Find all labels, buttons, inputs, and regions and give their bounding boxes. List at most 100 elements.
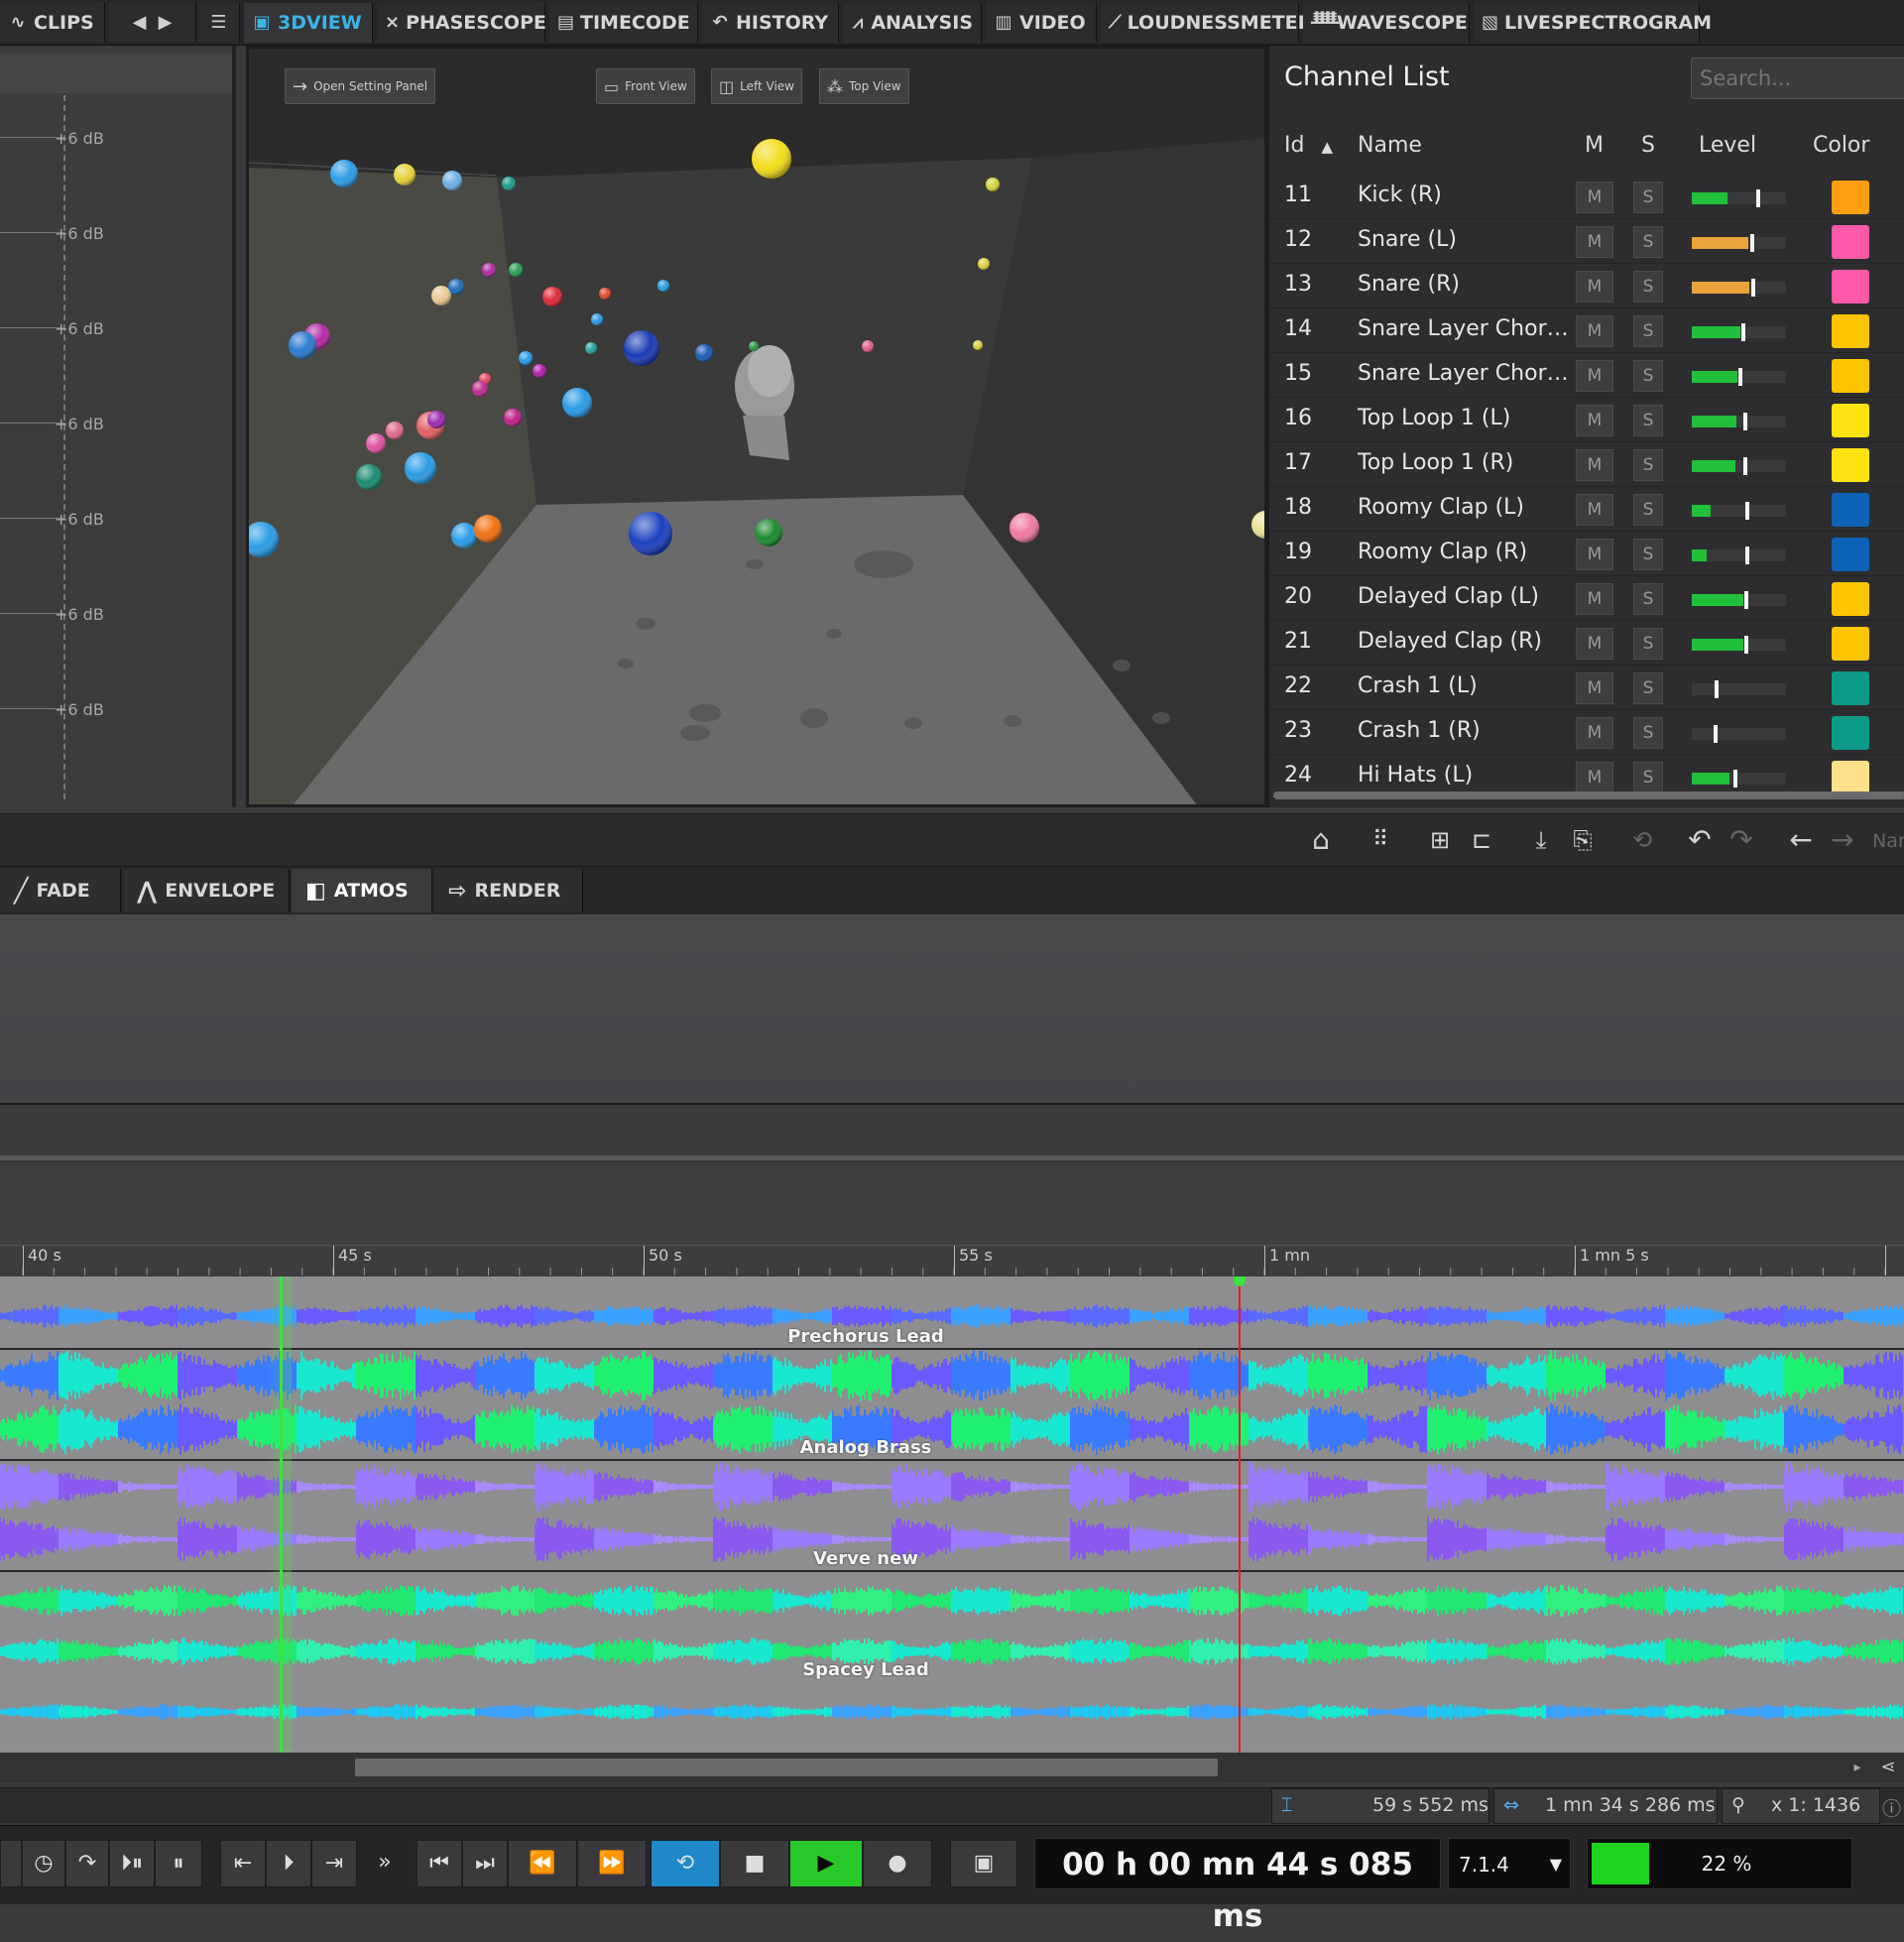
channel-color-swatch[interactable] <box>1832 270 1869 303</box>
new-file-icon[interactable]: ⊞ <box>1422 822 1458 858</box>
chevron-right-icon[interactable]: ▶ <box>156 13 176 33</box>
mute-button[interactable]: M <box>1576 717 1613 749</box>
redo-icon[interactable]: ↷ <box>1724 822 1759 858</box>
channel-color-swatch[interactable] <box>1832 716 1869 750</box>
mute-button[interactable]: M <box>1576 762 1613 793</box>
tab-3dview[interactable]: ▣ 3DVIEW <box>244 3 373 43</box>
mute-button[interactable]: M <box>1576 672 1613 704</box>
mute-button[interactable]: M <box>1576 315 1613 347</box>
channel-color-swatch[interactable] <box>1832 181 1869 214</box>
channel-color-swatch[interactable] <box>1832 314 1869 348</box>
channel-row[interactable]: 23Crash 1 (R)MS <box>1269 710 1904 755</box>
solo-button[interactable]: S <box>1633 405 1663 436</box>
name-field-partial[interactable]: Nar <box>1872 830 1904 852</box>
mute-button[interactable]: M <box>1576 583 1613 615</box>
reset-icon[interactable]: ⟲ <box>1624 822 1660 858</box>
channel-color-swatch[interactable] <box>1832 582 1869 616</box>
channel-color-swatch[interactable] <box>1832 404 1869 437</box>
channel-color-swatch[interactable] <box>1832 448 1869 482</box>
column-header-solo[interactable]: S <box>1641 121 1655 171</box>
channel-row[interactable]: 18Roomy Clap (L)MS <box>1269 487 1904 532</box>
save-icon[interactable]: ⤓ <box>1523 822 1559 858</box>
tab-livespectrogram[interactable]: ▧ LIVESPECTROGRAM <box>1474 3 1700 43</box>
channel-row[interactable]: 11Kick (R)MS <box>1269 175 1904 219</box>
channel-row[interactable]: 21Delayed Clap (R)MS <box>1269 621 1904 666</box>
tab-envelope[interactable]: ⋀ ENVELOPE <box>123 869 290 912</box>
channel-row[interactable]: 17Top Loop 1 (R)MS <box>1269 442 1904 487</box>
channel-list-scrollbar[interactable] <box>1273 791 1904 799</box>
solo-button[interactable]: S <box>1633 672 1663 704</box>
channel-color-swatch[interactable] <box>1832 538 1869 571</box>
tab-timecode[interactable]: ▤ TIMECODE <box>549 3 698 43</box>
tab-video[interactable]: ▥ VIDEO <box>986 3 1097 43</box>
column-header-id[interactable]: Id ▲ <box>1284 121 1333 171</box>
channel-row[interactable]: 15Snare Layer Chorus (R)MS <box>1269 353 1904 398</box>
channel-row[interactable]: 16Top Loop 1 (L)MS <box>1269 398 1904 442</box>
tab-wavescope[interactable]: ᚙ WAVESCOPE <box>1303 3 1470 43</box>
solo-button[interactable]: S <box>1633 717 1663 749</box>
tab-loudnessmeter[interactable]: ⟋ LOUDNESSMETER <box>1101 3 1299 43</box>
mute-button[interactable]: M <box>1576 628 1613 660</box>
solo-button[interactable]: S <box>1633 762 1663 793</box>
forward-arrow-icon[interactable]: → <box>1825 822 1860 858</box>
tab-render[interactable]: ⇨ RENDER <box>434 869 583 912</box>
mute-button[interactable]: M <box>1576 539 1613 570</box>
back-arrow-icon[interactable]: ← <box>1783 822 1819 858</box>
channel-color-swatch[interactable] <box>1832 627 1869 661</box>
grid-icon[interactable]: ⠿ <box>1363 822 1398 858</box>
left-view-button[interactable]: ◫ Left View <box>711 68 802 104</box>
mute-button[interactable]: M <box>1576 182 1613 213</box>
channel-row[interactable]: 20Delayed Clap (L)MS <box>1269 576 1904 621</box>
channel-row[interactable]: 14Snare Layer Chorus (L)MS <box>1269 308 1904 353</box>
tab-atmos[interactable]: ◧ ATMOS <box>292 869 432 912</box>
mute-button[interactable]: M <box>1576 226 1613 258</box>
solo-button[interactable]: S <box>1633 315 1663 347</box>
tab-history[interactable]: ↶ HISTORY <box>702 3 839 43</box>
solo-button[interactable]: S <box>1633 628 1663 660</box>
solo-button[interactable]: S <box>1633 539 1663 570</box>
channel-color-swatch[interactable] <box>1832 761 1869 794</box>
mute-button[interactable]: M <box>1576 449 1613 481</box>
clips-nav-arrows[interactable]: ◀ ▶ <box>109 3 196 43</box>
solo-button[interactable]: S <box>1633 182 1663 213</box>
3d-view-viewport[interactable]: → Open Setting Panel ▭ Front View ◫ Left… <box>246 46 1267 807</box>
column-header-name[interactable]: Name <box>1358 121 1422 171</box>
solo-button[interactable]: S <box>1633 494 1663 526</box>
solo-button[interactable]: S <box>1633 226 1663 258</box>
solo-button[interactable]: S <box>1633 583 1663 615</box>
channel-color-swatch[interactable] <box>1832 225 1869 259</box>
mute-button[interactable]: M <box>1576 494 1613 526</box>
column-header-mute[interactable]: M <box>1585 121 1604 171</box>
top-view-button[interactable]: ⁂ Top View <box>819 68 909 104</box>
panel-divider[interactable] <box>0 1105 1904 1160</box>
front-view-button[interactable]: ▭ Front View <box>596 68 695 104</box>
channel-color-swatch[interactable] <box>1832 359 1869 393</box>
solo-button[interactable]: S <box>1633 271 1663 303</box>
tab-clips[interactable]: ∿ CLIPS <box>0 3 105 43</box>
tab-phasescope[interactable]: ⨯ PHASESCOPE <box>377 3 545 43</box>
solo-button[interactable]: S <box>1633 360 1663 392</box>
timeline-ruler[interactable]: 40 s 45 s 50 s 55 s 1 mn 1 mn 5 s <box>0 1245 1904 1276</box>
channel-row[interactable]: 13Snare (R)MS <box>1269 264 1904 308</box>
channel-search-input[interactable] <box>1691 58 1904 99</box>
open-setting-panel-button[interactable]: → Open Setting Panel <box>285 68 435 104</box>
panel-menu-button[interactable]: ☰ <box>198 3 240 43</box>
channel-color-swatch[interactable] <box>1832 493 1869 527</box>
mute-button[interactable]: M <box>1576 405 1613 436</box>
column-header-color[interactable]: Color <box>1813 121 1869 171</box>
home-icon[interactable]: ⌂ <box>1303 822 1339 858</box>
waveform-tracks[interactable]: Prechorus Lead Analog Brass Verve new Sp… <box>0 1276 1904 1753</box>
mute-button[interactable]: M <box>1576 271 1613 303</box>
column-header-level[interactable]: Level <box>1699 121 1756 171</box>
channel-row[interactable]: 12Snare (L)MS <box>1269 219 1904 264</box>
tab-analysis[interactable]: ⩘ ANALYSIS <box>843 3 982 43</box>
channel-row[interactable]: 22Crash 1 (L)MS <box>1269 666 1904 710</box>
channel-color-swatch[interactable] <box>1832 671 1869 705</box>
chevron-left-icon[interactable]: ◀ <box>130 13 150 33</box>
solo-button[interactable]: S <box>1633 449 1663 481</box>
export-icon[interactable]: ⎘ <box>1565 822 1601 858</box>
undo-icon[interactable]: ↶ <box>1682 822 1718 858</box>
open-folder-icon[interactable]: ⊏ <box>1464 822 1499 858</box>
channel-row[interactable]: 19Roomy Clap (R)MS <box>1269 532 1904 576</box>
tab-fade[interactable]: ╱ FADE <box>0 869 121 912</box>
